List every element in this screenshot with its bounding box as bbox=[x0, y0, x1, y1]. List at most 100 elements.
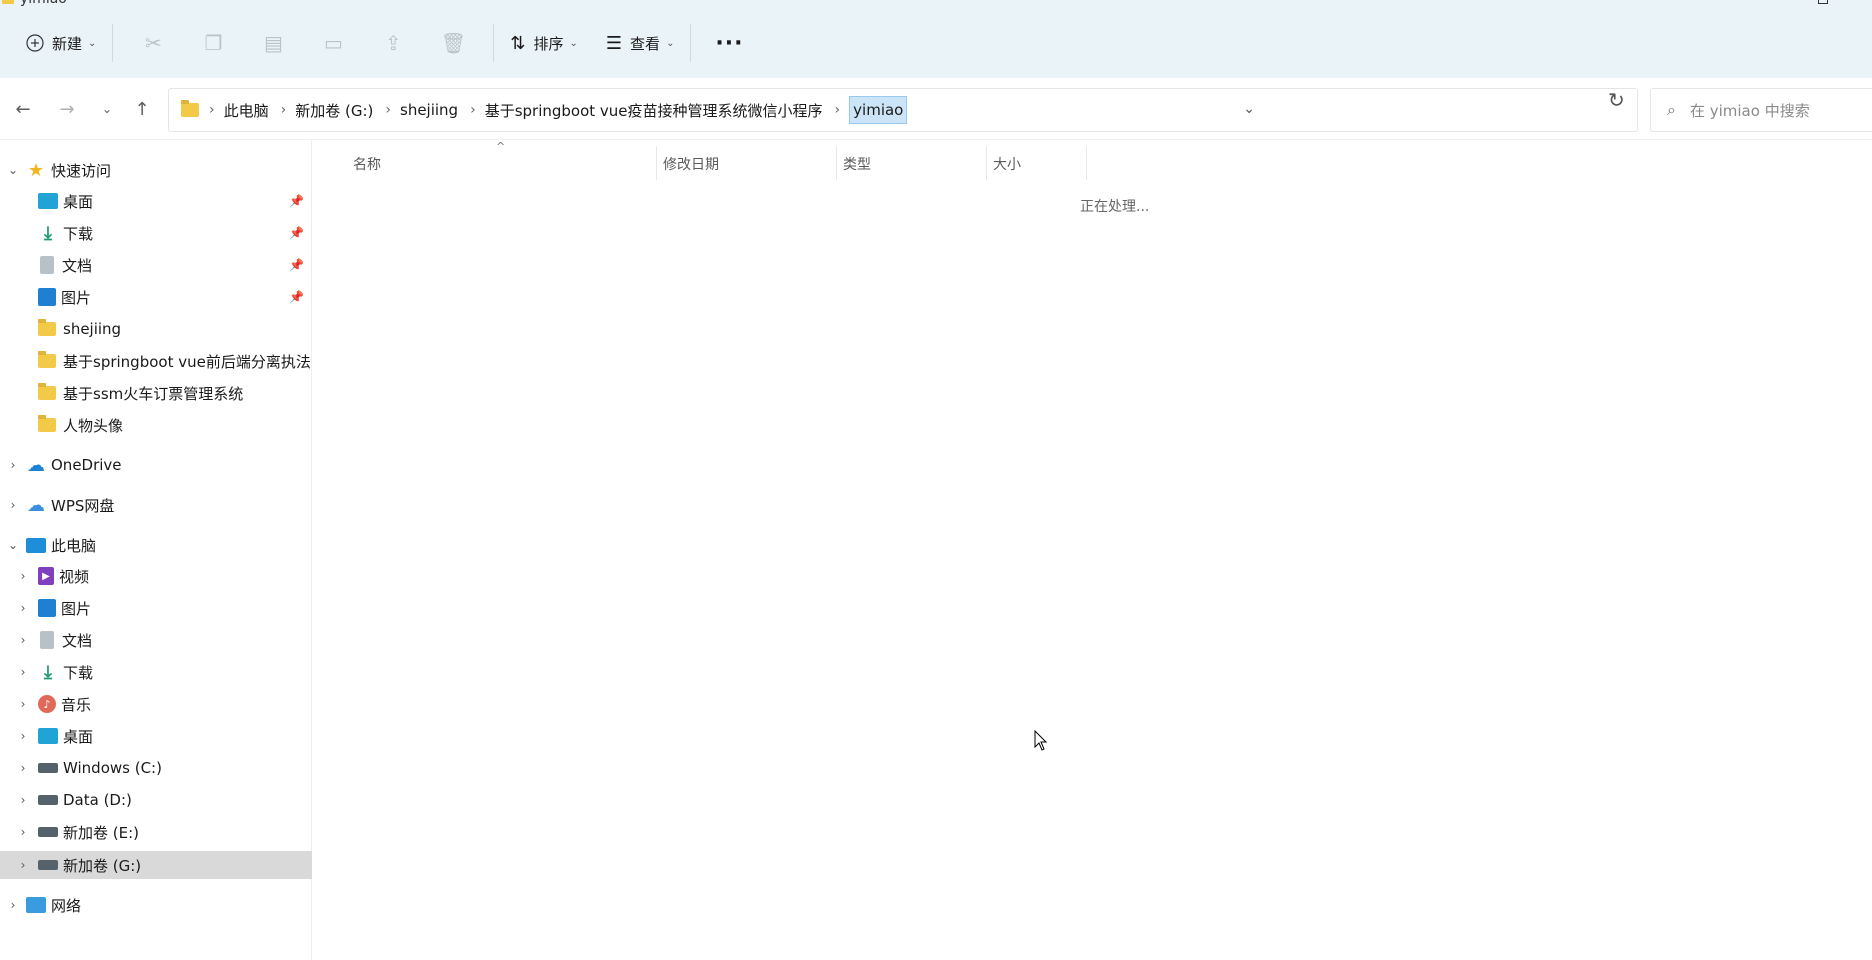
sidebar-item-label: 人物头像 bbox=[63, 416, 124, 435]
sidebar-item-desktop[interactable]: › 桌面 bbox=[0, 722, 312, 750]
chevron-right-icon[interactable]: › bbox=[16, 793, 30, 807]
copy-button[interactable]: ❐ bbox=[183, 23, 243, 63]
chevron-right-icon[interactable]: › bbox=[6, 498, 20, 512]
sidebar-item-folder[interactable]: 基于ssm火车订票管理系统 bbox=[0, 379, 312, 407]
more-options-button[interactable]: ··· bbox=[701, 23, 757, 63]
command-bar: 新建 ⌄ ✂ ❐ ▤ ▭ ⇪ 🗑 ⇅ 排序 ⌄ ☰ 查看 ⌄ ··· bbox=[0, 8, 1872, 78]
cloud-icon: ☁ bbox=[27, 454, 45, 476]
sidebar-item-drive-c[interactable]: › Windows (C:) bbox=[0, 754, 312, 782]
chevron-right-icon[interactable]: › bbox=[6, 458, 20, 472]
column-label: 名称 bbox=[353, 157, 381, 173]
plus-circle-icon bbox=[26, 34, 44, 52]
chevron-right-icon[interactable]: › bbox=[835, 102, 841, 118]
sidebar-item-label: 新加卷 (E:) bbox=[63, 823, 140, 842]
chevron-right-icon[interactable]: › bbox=[16, 633, 30, 647]
sidebar-item-downloads[interactable]: ⤓ 下载 📌 bbox=[0, 219, 312, 247]
sidebar-item-videos[interactable]: › ▶ 视频 bbox=[0, 562, 312, 590]
recent-locations-button[interactable]: ⌄ bbox=[92, 94, 122, 124]
more-icon: ··· bbox=[715, 30, 744, 56]
sidebar-item-documents[interactable]: › 文档 bbox=[0, 626, 312, 654]
sidebar-item-drive-d[interactable]: › Data (D:) bbox=[0, 786, 312, 814]
delete-button[interactable]: 🗑 bbox=[423, 23, 483, 63]
sort-label: 排序 bbox=[533, 34, 564, 53]
pin-icon[interactable]: 📌 bbox=[289, 290, 304, 304]
navigation-pane: ⌄ ★ 快速访问 桌面 📌 ⤓ 下载 📌 文档 📌 图片 📌 shejiing … bbox=[0, 140, 312, 960]
sidebar-item-onedrive[interactable]: › ☁ OneDrive bbox=[0, 451, 312, 479]
column-header-modified[interactable]: 修改日期 bbox=[663, 146, 843, 182]
chevron-right-icon[interactable]: › bbox=[385, 102, 391, 118]
column-divider[interactable] bbox=[986, 146, 987, 180]
sidebar-item-label: 基于springboot vue前后端分离执法 bbox=[63, 352, 311, 371]
forward-button[interactable]: → bbox=[52, 94, 82, 124]
chevron-right-icon[interactable]: › bbox=[16, 697, 30, 711]
sidebar-item-downloads[interactable]: › ⤓ 下载 bbox=[0, 658, 312, 686]
breadcrumb-current[interactable]: yimiao bbox=[849, 96, 908, 124]
sidebar-item-music[interactable]: › ♪ 音乐 bbox=[0, 690, 312, 718]
rename-button[interactable]: ▭ bbox=[303, 23, 363, 63]
chevron-down-icon[interactable]: ⌄ bbox=[6, 163, 20, 177]
column-header-size[interactable]: 大小 bbox=[993, 146, 1083, 182]
sidebar-item-pictures[interactable]: 图片 📌 bbox=[0, 283, 312, 311]
sidebar-item-drive-e[interactable]: › 新加卷 (E:) bbox=[0, 818, 312, 846]
share-button[interactable]: ⇪ bbox=[363, 23, 423, 63]
divider bbox=[112, 24, 114, 62]
sort-icon: ⇅ bbox=[510, 32, 526, 54]
column-header-type[interactable]: 类型 bbox=[843, 146, 983, 182]
title-bar: yimiao bbox=[0, 0, 1872, 8]
chevron-right-icon[interactable]: › bbox=[281, 102, 287, 118]
sidebar-item-shejiing[interactable]: shejiing bbox=[0, 315, 312, 343]
breadcrumb-shejiing[interactable]: shejiing bbox=[400, 101, 458, 119]
new-button[interactable]: 新建 ⌄ bbox=[20, 23, 102, 63]
chevron-right-icon[interactable]: › bbox=[16, 825, 30, 839]
column-divider[interactable] bbox=[656, 146, 657, 180]
sidebar-item-documents[interactable]: 文档 📌 bbox=[0, 251, 312, 279]
download-icon: ⤓ bbox=[44, 222, 52, 244]
file-list[interactable]: ^ 名称 修改日期 类型 大小 正在处理... bbox=[313, 140, 1872, 960]
chevron-right-icon[interactable]: › bbox=[16, 729, 30, 743]
pin-icon[interactable]: 📌 bbox=[289, 258, 304, 272]
sidebar-item-network[interactable]: › 网络 bbox=[0, 891, 312, 919]
chevron-down-icon: ⌄ bbox=[88, 37, 97, 49]
window-title: yimiao bbox=[20, 0, 67, 7]
up-button[interactable]: ↑ bbox=[127, 94, 157, 124]
sidebar-item-wps[interactable]: › ☁ WPS网盘 bbox=[0, 491, 312, 519]
breadcrumb-drive-g[interactable]: 新加卷 (G:) bbox=[295, 100, 373, 121]
chevron-down-icon[interactable]: ⌄ bbox=[6, 538, 20, 552]
chevron-right-icon[interactable]: › bbox=[16, 601, 30, 615]
refresh-button[interactable]: ↻ bbox=[1608, 88, 1625, 112]
address-history-dropdown[interactable]: ⌄ bbox=[1243, 101, 1255, 117]
paste-button[interactable]: ▤ bbox=[243, 23, 303, 63]
sidebar-item-this-pc[interactable]: ⌄ 此电脑 bbox=[0, 531, 312, 559]
column-label: 大小 bbox=[993, 157, 1021, 173]
cut-button[interactable]: ✂ bbox=[123, 23, 183, 63]
sidebar-item-quick-access[interactable]: ⌄ ★ 快速访问 bbox=[0, 156, 312, 184]
chevron-right-icon[interactable]: › bbox=[470, 102, 476, 118]
sidebar-item-desktop[interactable]: 桌面 📌 bbox=[0, 187, 312, 215]
pin-icon[interactable]: 📌 bbox=[289, 226, 304, 240]
sidebar-item-label: 网络 bbox=[51, 896, 82, 915]
search-input[interactable]: ⌕ 在 yimiao 中搜索 bbox=[1650, 88, 1872, 132]
sidebar-item-pictures[interactable]: › 图片 bbox=[0, 594, 312, 622]
column-divider[interactable] bbox=[836, 146, 837, 180]
scissors-icon: ✂ bbox=[145, 31, 162, 55]
column-divider[interactable] bbox=[1086, 146, 1087, 180]
sort-button[interactable]: ⇅ 排序 ⌄ bbox=[504, 23, 584, 63]
back-button[interactable]: ← bbox=[8, 94, 38, 124]
breadcrumb-this-pc[interactable]: 此电脑 bbox=[224, 100, 269, 121]
arrow-left-icon: ← bbox=[15, 98, 31, 120]
divider bbox=[493, 24, 495, 62]
chevron-right-icon[interactable]: › bbox=[16, 858, 30, 872]
chevron-right-icon[interactable]: › bbox=[16, 761, 30, 775]
view-button[interactable]: ☰ 查看 ⌄ bbox=[600, 23, 681, 63]
pin-icon[interactable]: 📌 bbox=[289, 194, 304, 208]
address-bar[interactable]: › 此电脑 › 新加卷 (G:) › shejiing › 基于springbo… bbox=[168, 88, 1638, 132]
sidebar-item-drive-g[interactable]: › 新加卷 (G:) bbox=[0, 851, 312, 879]
chevron-right-icon[interactable]: › bbox=[16, 665, 30, 679]
chevron-right-icon[interactable]: › bbox=[16, 569, 30, 583]
column-header-name[interactable]: 名称 bbox=[353, 146, 653, 182]
breadcrumb-project[interactable]: 基于springboot vue疫苗接种管理系统微信小程序 bbox=[485, 100, 823, 121]
sidebar-item-folder[interactable]: 人物头像 bbox=[0, 411, 312, 439]
restore-icon[interactable] bbox=[1818, 0, 1828, 4]
sidebar-item-folder[interactable]: 基于springboot vue前后端分离执法 bbox=[0, 347, 312, 375]
chevron-right-icon[interactable]: › bbox=[6, 898, 20, 912]
